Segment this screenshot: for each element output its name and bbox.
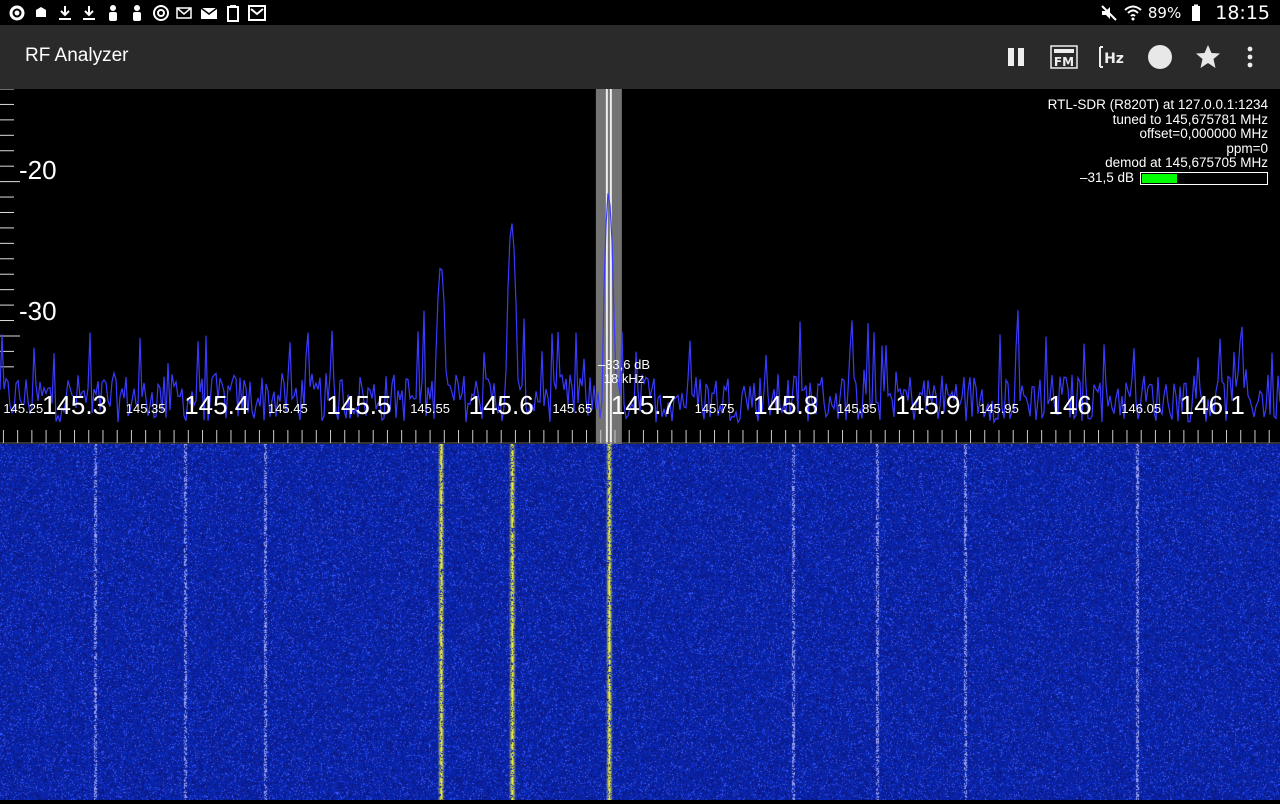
signal-level: –31,5 dB — [1048, 169, 1268, 186]
overflow-menu-button[interactable] — [1230, 37, 1270, 77]
freq-label-minor: 145.35 — [126, 401, 166, 416]
wifi-icon — [1124, 4, 1142, 22]
frequency-axis: 145.3 145.4 145.5 145.6 145.7 145.8 145.9 146 14… — [0, 390, 1280, 444]
db-scale — [0, 89, 20, 368]
pause-button[interactable] — [996, 37, 1036, 77]
battery-percent: 89% — [1147, 3, 1182, 22]
clock: 18:15 — [1215, 1, 1270, 24]
db-label-minus-30: -30 — [19, 296, 57, 326]
figure-icon — [128, 4, 146, 22]
mute-icon — [1100, 4, 1118, 22]
hz-icon: Hz — [1099, 46, 1124, 68]
freq-label-major: 146 — [1048, 390, 1091, 420]
waterfall-canvas — [0, 444, 1280, 800]
mail-icon — [200, 4, 218, 22]
app-title: RF Analyzer — [25, 45, 129, 66]
freq-label-minor: 145.55 — [410, 401, 450, 416]
ppm-value: ppm=0 — [1226, 140, 1268, 156]
download-icon — [56, 4, 74, 22]
demod-frequency: demod at 145,675705 MHz — [1105, 155, 1268, 171]
narrow-fm-button[interactable]: FM — [1044, 37, 1084, 77]
security-icon — [32, 4, 50, 22]
signal-level-bar — [1140, 171, 1268, 185]
signal-level-db: –31,5 dB — [1079, 169, 1134, 185]
freq-label-minor: 145.25 — [3, 401, 43, 416]
timer-icon — [152, 4, 170, 22]
overflow-menu-icon — [1247, 46, 1253, 68]
record-button[interactable] — [1140, 37, 1180, 77]
pause-icon — [1008, 48, 1024, 66]
freq-label-major: 145.6 — [469, 390, 534, 420]
spectrum-trace — [0, 193, 1280, 425]
freq-label-minor: 145.45 — [268, 401, 308, 416]
marker-bandwidth: 18 kHz — [604, 371, 644, 386]
offset-value: offset=0,000000 MHz — [1139, 126, 1268, 142]
system-status: 89% 18:15 — [1100, 0, 1270, 25]
mail-box-icon — [248, 4, 266, 22]
email-icon — [176, 4, 194, 22]
bookmarks-button[interactable] — [1188, 37, 1228, 77]
freq-label-minor: 145.85 — [837, 401, 877, 416]
freq-label-minor: 145.65 — [552, 401, 592, 416]
settings-gear-icon — [8, 4, 26, 22]
marker-db-value: –33,6 dB — [598, 357, 650, 372]
status-bar: 89% 18:15 — [0, 0, 1280, 25]
narrow-fm-icon: FM — [1050, 45, 1078, 69]
signal-level-fill — [1142, 173, 1177, 183]
frequency-unit-button[interactable]: Hz — [1092, 37, 1132, 77]
notification-icons — [0, 0, 266, 25]
record-icon — [1148, 45, 1172, 69]
waterfall-display[interactable] — [0, 444, 1280, 800]
freq-label-minor: 145.95 — [979, 401, 1019, 416]
freq-label-major: 145.3 — [42, 390, 107, 420]
battery-icon — [1187, 4, 1205, 22]
freq-label-major: 146.1 — [1180, 390, 1245, 420]
device-info: RTL-SDR (R820T) at 127.0.0.1:1234 tuned … — [1047, 97, 1268, 186]
freq-label-major: 145.5 — [326, 390, 391, 420]
download-icon — [80, 4, 98, 22]
svg-text:FM: FM — [1054, 55, 1074, 69]
freq-label-major: 145.9 — [895, 390, 960, 420]
svg-text:Hz: Hz — [1104, 51, 1124, 67]
figure-icon — [104, 4, 122, 22]
app-bar: RF Analyzer FM Hz — [0, 25, 1280, 89]
clipboard-icon — [224, 4, 242, 22]
freq-label-minor: 146.05 — [1121, 401, 1161, 416]
tuned-frequency: tuned to 145,675781 MHz — [1112, 111, 1268, 127]
db-label-minus-20: -20 — [19, 155, 57, 185]
freq-label-major: 145.4 — [184, 390, 249, 420]
favorite-icon — [1196, 45, 1220, 68]
freq-label-minor: 145.75 — [695, 401, 735, 416]
freq-label-major: 145.8 — [753, 390, 818, 420]
freq-label-major: 145.7 — [611, 390, 676, 420]
device-line: RTL-SDR (R820T) at 127.0.0.1:1234 — [1047, 97, 1268, 112]
